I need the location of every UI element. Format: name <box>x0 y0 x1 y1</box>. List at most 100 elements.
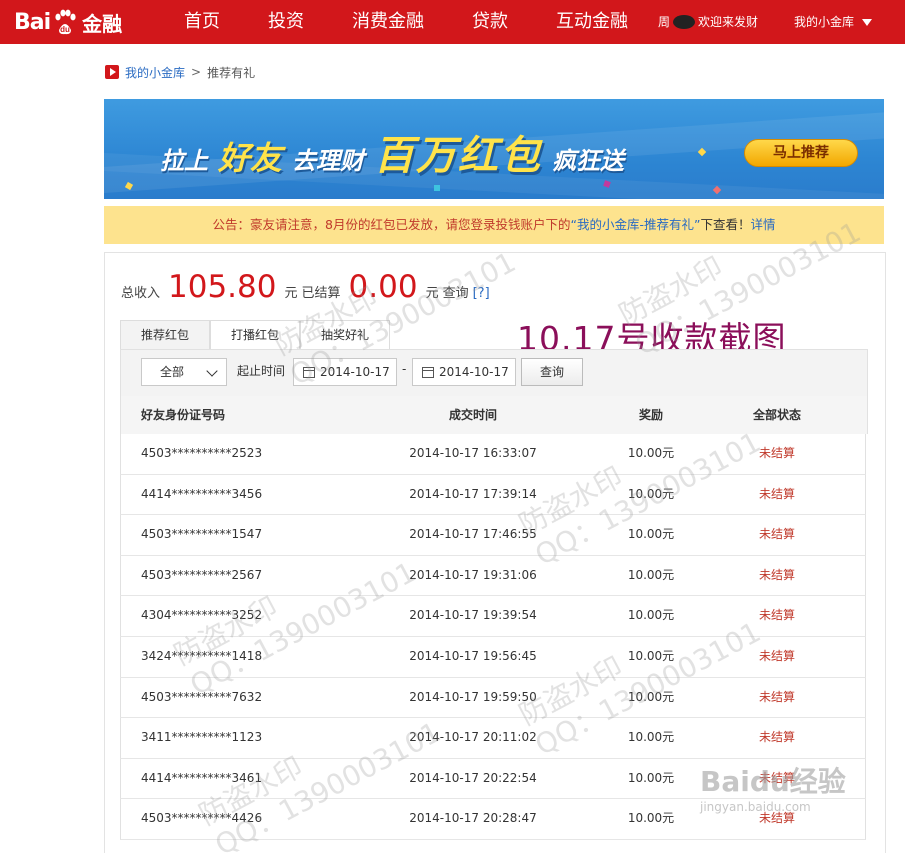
breadcrumb: 我的小金库 > 推荐有礼 <box>105 62 255 82</box>
caret-down-icon <box>862 18 873 26</box>
friend-id: 4414**********3461 <box>141 770 263 785</box>
reward-amount: 10.00元 <box>627 567 675 582</box>
table-row: 3424**********1418 2014-10-17 19:56:45 10.… <box>120 636 866 678</box>
start-date-input[interactable]: 2014-10-17 <box>293 358 397 386</box>
header-reward: 奖励 <box>638 408 663 422</box>
table-row: 4414**********3461 2014-10-17 20:22:54 10.… <box>120 758 866 800</box>
notice-mid: 下查看！ <box>700 217 751 232</box>
end-date-value: 2014-10-17 <box>439 365 509 379</box>
status-text: 未结算 <box>758 567 795 582</box>
unit-yuan: 元 <box>284 286 298 301</box>
reward-amount: 10.00元 <box>627 446 675 460</box>
reward-amount: 10.00元 <box>627 770 675 785</box>
reward-amount: 10.00元 <box>627 608 675 623</box>
notice-detail-link[interactable]: 详情 <box>750 217 775 232</box>
tab-bar: 推荐红包 打播红包 抽奖好礼 <box>120 320 390 350</box>
deal-time: 2014-10-17 19:59:50 <box>409 689 537 704</box>
query-button[interactable]: 查询 <box>521 358 583 386</box>
banner-text-3: 去理财 <box>292 147 365 175</box>
total-income-label: 总收入 <box>121 286 161 301</box>
notice-bar: 公告：豪友请注意，8月份的红包已发放，请您登录投钱账户下的“我的小金库-推荐有礼… <box>104 206 884 244</box>
reward-amount: 10.00元 <box>627 730 675 745</box>
promo-banner[interactable]: 拉上 好友 去理财 百万红包 疯狂送 马上推荐 <box>104 99 884 199</box>
filter-bar: 全部 起止时间 2014-10-17 - 2014-10-17 查询 <box>120 349 868 397</box>
baidu-finance-logo[interactable]: Bai du 金融 <box>14 6 122 38</box>
deal-time: 2014-10-17 17:46:55 <box>409 527 537 542</box>
notice-prefix: 公告：豪友请注意，8月份的红包已发放，请您登录投钱账户下的 <box>212 217 571 232</box>
table-row: 3411**********1123 2014-10-17 20:11:02 10.… <box>120 718 866 759</box>
status-select[interactable]: 全部 <box>141 358 227 386</box>
tab-lottery-gifts[interactable]: 抽奖好礼 <box>300 320 390 350</box>
help-link[interactable]: [?] <box>473 286 490 301</box>
settled-label: 已结算 <box>301 286 341 301</box>
calendar-icon <box>422 367 434 378</box>
logo-du-text: du <box>60 25 70 34</box>
friend-id: 4503**********4426 <box>141 811 263 826</box>
table-row: 4503**********2523 2014-10-17 16:33:07 10.… <box>120 434 866 475</box>
nav-invest[interactable]: 投资 <box>268 0 304 44</box>
status-text: 未结算 <box>758 486 795 501</box>
deal-time: 2014-10-17 19:31:06 <box>409 567 537 582</box>
banner-headline: 拉上 好友 去理财 百万红包 疯狂送 <box>160 123 624 181</box>
table-body: 4503**********2523 2014-10-17 16:33:07 10.… <box>120 434 866 840</box>
recommend-now-button[interactable]: 马上推荐 <box>744 139 858 167</box>
status-text: 未结算 <box>758 811 795 826</box>
nav-home[interactable]: 首页 <box>184 0 220 44</box>
banner-text-4: 百万红包 <box>374 133 543 179</box>
reward-amount: 10.00元 <box>627 486 675 501</box>
breadcrumb-home-link[interactable]: 我的小金库 <box>125 64 185 81</box>
table-row: 4414**********3456 2014-10-17 17:39:14 10.… <box>120 474 866 516</box>
unit-yuan: 元 <box>425 286 439 301</box>
nav-consumer-finance[interactable]: 消费金融 <box>352 0 424 44</box>
paw-icon: du <box>51 8 79 36</box>
notice-quote: “我的小金库-推荐有礼” <box>570 217 701 232</box>
table-row: 4503**********4426 2014-10-17 20:28:47 10.… <box>120 799 866 840</box>
query-label[interactable]: 查询 <box>443 282 469 301</box>
my-vault-menu[interactable]: 我的小金库 <box>794 0 873 44</box>
friend-id: 4503**********7632 <box>141 689 263 704</box>
table-row: 4304**********3252 2014-10-17 19:39:54 10.… <box>120 596 866 637</box>
reward-amount: 10.00元 <box>627 527 675 542</box>
friend-id: 4503**********1547 <box>141 527 263 542</box>
deal-time: 2014-10-17 17:39:14 <box>409 486 537 501</box>
greeting-prefix: 周 <box>658 15 671 29</box>
deal-time: 2014-10-17 19:56:45 <box>409 648 537 663</box>
friend-id: 4304**********3252 <box>141 608 263 623</box>
nav-interactive-finance[interactable]: 互动金融 <box>556 0 628 44</box>
deal-time: 2014-10-17 20:11:02 <box>409 730 537 745</box>
deal-time: 2014-10-17 16:33:07 <box>409 446 537 460</box>
end-date-input[interactable]: 2014-10-17 <box>412 358 516 386</box>
reward-amount: 10.00元 <box>627 811 675 826</box>
date-range-dash: - <box>402 362 407 376</box>
deal-time: 2014-10-17 20:22:54 <box>409 770 537 785</box>
greeting-text: 欢迎来发财 <box>698 15 759 29</box>
status-text: 未结算 <box>758 689 795 704</box>
confetti <box>434 185 440 191</box>
tab-broadcast-red-packet[interactable]: 打播红包 <box>210 320 300 350</box>
calendar-icon <box>303 367 315 378</box>
status-text: 未结算 <box>758 648 795 663</box>
header-deal-time: 成交时间 <box>448 408 497 422</box>
banner-text-5: 疯狂送 <box>552 147 625 175</box>
reward-amount: 10.00元 <box>627 648 675 663</box>
deal-time: 2014-10-17 19:39:54 <box>409 608 537 623</box>
logo-jr-text: 金融 <box>82 11 123 36</box>
play-icon <box>105 65 119 79</box>
friend-id: 4503**********2523 <box>141 446 263 460</box>
table-row: 4503**********1547 2014-10-17 17:46:55 10.… <box>120 515 866 556</box>
breadcrumb-current: 推荐有礼 <box>207 65 256 80</box>
table-header: 好友身份证号码 成交时间 奖励 全部状态 <box>120 396 868 434</box>
friend-id: 3411**********1123 <box>141 730 263 745</box>
status-text: 未结算 <box>758 608 795 623</box>
banner-text-2: 好友 <box>218 139 283 177</box>
header-status-filter[interactable]: 全部状态 <box>717 396 837 434</box>
nav-loans[interactable]: 贷款 <box>472 0 508 44</box>
settled-value: 0.00 <box>348 269 418 305</box>
user-greeting: 周 欢迎来发财 <box>658 0 758 44</box>
status-text: 未结算 <box>758 446 795 460</box>
tab-recommend-red-packet[interactable]: 推荐红包 <box>120 320 210 350</box>
friend-id: 3424**********1418 <box>141 648 263 663</box>
reward-amount: 10.00元 <box>627 689 675 704</box>
breadcrumb-separator: > <box>191 65 202 79</box>
status-text: 未结算 <box>758 770 795 785</box>
